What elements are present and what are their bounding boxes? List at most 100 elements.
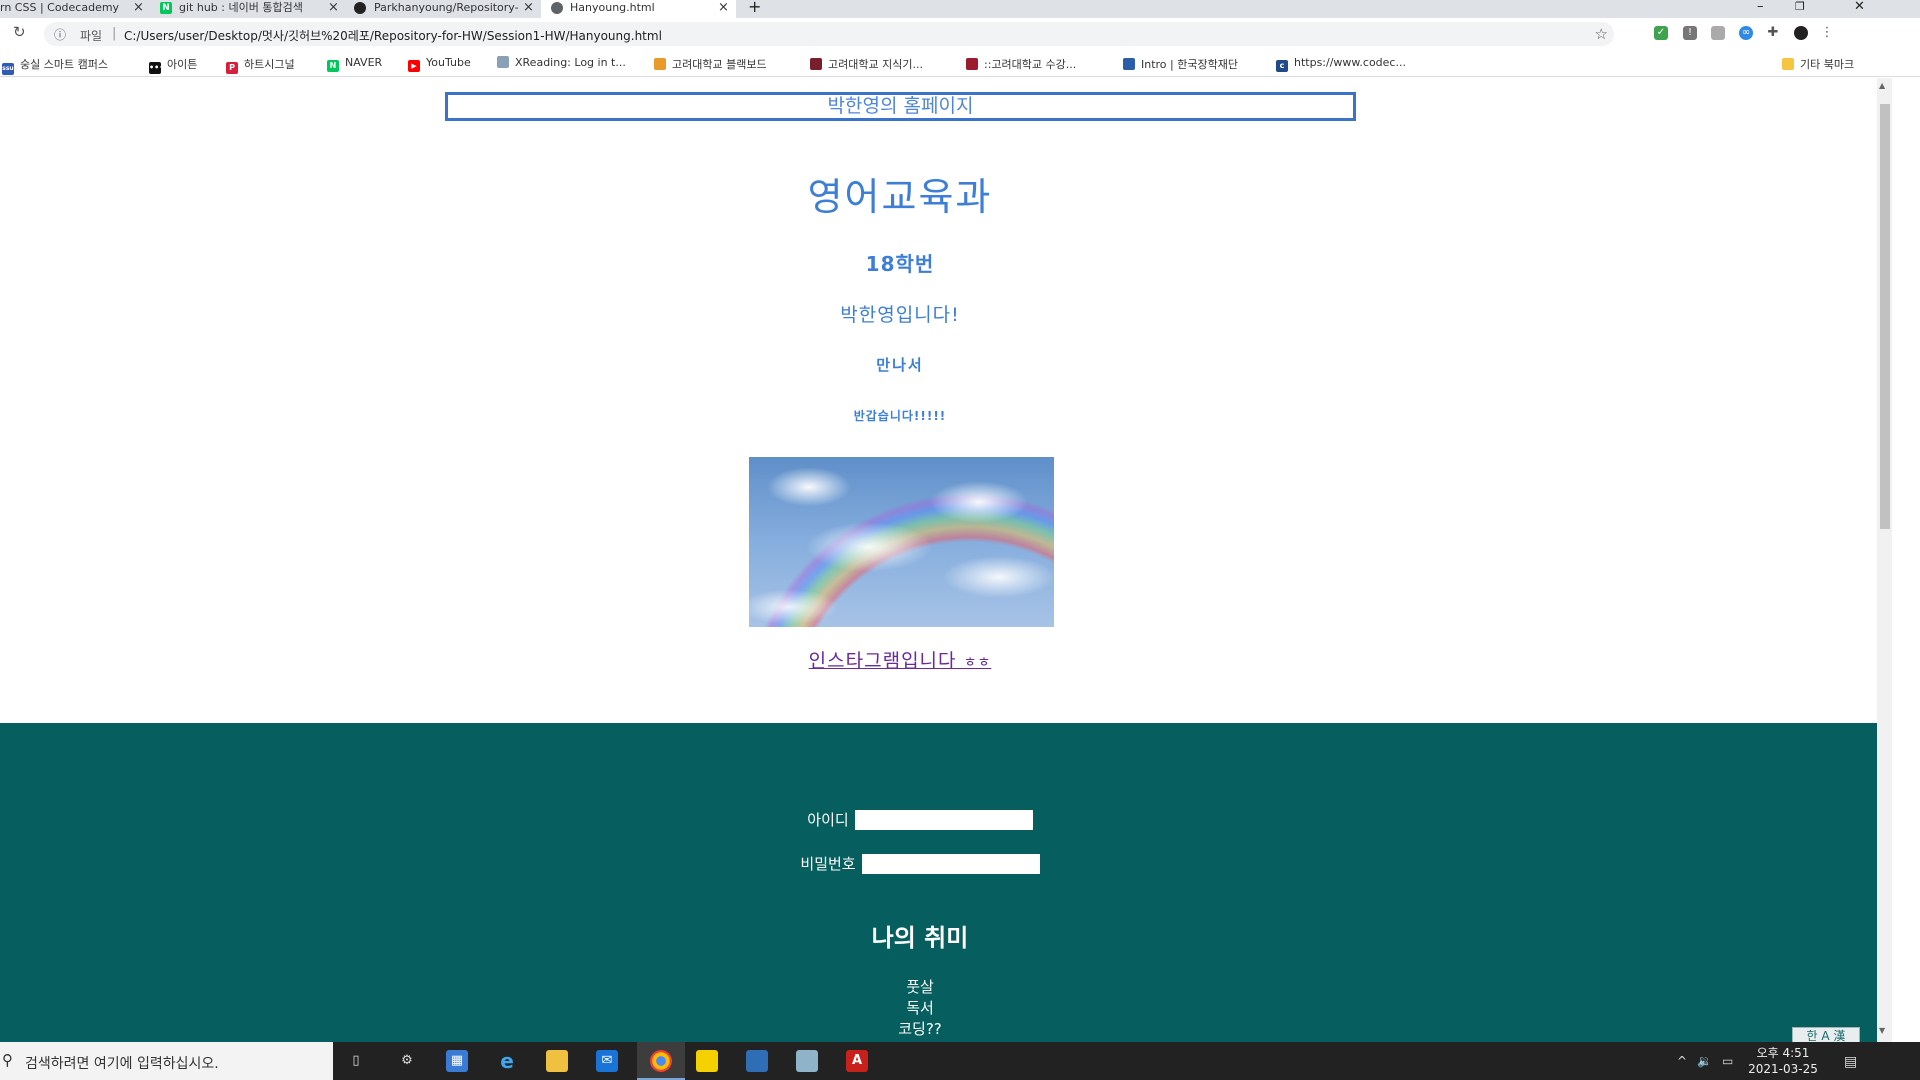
p-icon: P	[226, 62, 238, 74]
tab-codecademy[interactable]: rn CSS | Codecademy ×	[0, 0, 152, 18]
clock-time[interactable]: 오후 4:51	[1753, 1044, 1813, 1061]
id-label: 아이디	[807, 811, 849, 829]
dots-icon: •••	[149, 62, 165, 74]
greeting-heading: 박한영입니다!	[840, 304, 960, 326]
id-row: 아이디	[0, 809, 1840, 830]
student-id-heading: 18학번	[865, 252, 935, 276]
page-scrollbar[interactable]: ▲ ▼	[1877, 78, 1892, 1042]
bookmark-iton[interactable]: ••• 아이튼	[149, 56, 197, 74]
scheme-label: 파일	[80, 29, 103, 43]
blackboard-icon	[654, 58, 666, 70]
other-bookmarks[interactable]: 기타 북마크	[1782, 56, 1854, 72]
volume-icon[interactable]: 🔉	[1697, 1054, 1712, 1068]
xreading-icon	[497, 56, 509, 68]
bookmark-star-icon[interactable]: ☆	[1595, 25, 1608, 43]
tab-hanyoung[interactable]: Hanyoung.html ×	[541, 0, 736, 18]
hobby-item: 코딩??	[898, 1020, 942, 1038]
menu-dots-icon[interactable]: ⋮	[1820, 26, 1834, 40]
bookmark-naver[interactable]: N NAVER	[327, 56, 382, 72]
taskbar-search-box[interactable]: ⚲ 검색하려면 여기에 입력하십시오.	[0, 1042, 333, 1080]
naver-icon: N	[160, 2, 172, 14]
screen: rn CSS | Codecademy × N git hub : 네이버 통합…	[0, 0, 1920, 1080]
profile-avatar[interactable]	[1794, 26, 1808, 40]
bookmark-codecademy[interactable]: c https://www.codec...	[1276, 56, 1406, 72]
hobby-item: 풋살	[906, 978, 934, 996]
taskbar-search-placeholder: 검색하려면 여기에 입력하십시오.	[25, 1056, 219, 1072]
bookmark-label: ::고려대학교 수강...	[984, 58, 1077, 71]
address-bar[interactable]: ⓘ 파일 | C:/Users/user/Desktop/멋사/깃허브%20레포…	[44, 22, 1614, 46]
search-icon: ⚲	[2, 1051, 13, 1069]
tab-close-icon[interactable]: ×	[133, 0, 144, 16]
bookmark-label: 고려대학교 블랙보드	[672, 58, 767, 71]
restore-button[interactable]: ❐	[1795, 0, 1805, 14]
bookmark-kosaf[interactable]: Intro | 한국장학재단	[1123, 56, 1238, 72]
password-input[interactable]	[861, 853, 1040, 874]
address-url[interactable]: C:/Users/user/Desktop/멋사/깃허브%20레포/Reposi…	[124, 27, 662, 44]
bookmark-label: https://www.codec...	[1294, 56, 1406, 69]
extension-icon[interactable]: !	[1683, 26, 1697, 40]
bookmark-label: YouTube	[426, 56, 471, 69]
bookmark-heartsignal[interactable]: P 하트시그널	[226, 56, 295, 74]
bookmark-label: 아이튼	[167, 58, 198, 71]
bookmark-korea-blackboard[interactable]: 고려대학교 블랙보드	[654, 56, 767, 72]
tab-close-icon[interactable]: ×	[328, 0, 339, 16]
bookmark-xreading[interactable]: XReading: Log in t...	[497, 56, 626, 69]
tab-close-icon[interactable]: ×	[718, 0, 729, 16]
scroll-thumb[interactable]	[1880, 104, 1890, 529]
shield-extension-icon[interactable]: ✓	[1654, 26, 1668, 40]
sticky-notes-icon[interactable]	[696, 1050, 718, 1072]
bookmark-label: 하트시그널	[244, 58, 295, 71]
scroll-down-icon[interactable]: ▼	[1879, 1026, 1885, 1035]
instagram-link[interactable]: 인스타그램입니다 ㅎㅎ	[0, 646, 1800, 673]
info-icon[interactable]: ⓘ	[54, 26, 66, 43]
tab-strip: rn CSS | Codecademy × N git hub : 네이버 통합…	[0, 0, 1920, 18]
minimize-button[interactable]: –	[1757, 0, 1764, 14]
internet-explorer-icon[interactable]: e	[496, 1050, 518, 1072]
glad-heading: 반갑습니다!!!!!	[853, 409, 947, 423]
youtube-icon: ▶	[408, 60, 420, 72]
bookmarks-bar: ssu 숭실 스마트 캠퍼스 ••• 아이튼 P 하트시그널 N NAVER ▶ YouT…	[0, 49, 1920, 77]
github-icon	[354, 2, 366, 14]
tray-chevron-icon[interactable]: ^	[1677, 1054, 1687, 1068]
tab-title: Hanyoung.html	[570, 1, 655, 14]
app-icon[interactable]: ⚙	[396, 1050, 418, 1072]
tab-title: rn CSS | Codecademy	[0, 1, 120, 14]
extension-icon[interactable]	[1711, 26, 1725, 40]
ssu-icon: ssu	[2, 63, 14, 75]
app-icon[interactable]	[746, 1050, 768, 1072]
tab-github-repo[interactable]: Parkhanyoung/Repository-for-H ×	[348, 0, 540, 18]
tab-close-icon[interactable]: ×	[523, 0, 534, 16]
app-icon[interactable]	[796, 1050, 818, 1072]
bookmark-youtube[interactable]: ▶ YouTube	[408, 56, 471, 72]
tab-naver-search[interactable]: N git hub : 네이버 통합검색 ×	[154, 0, 346, 18]
codecademy-icon: c	[1276, 60, 1288, 72]
address-separator: |	[112, 26, 117, 41]
new-tab-button[interactable]: +	[748, 0, 761, 15]
scroll-up-icon[interactable]: ▲	[1879, 81, 1885, 90]
close-window-button[interactable]: ✕	[1854, 0, 1865, 14]
tab-title: git hub : 네이버 통합검색	[179, 1, 303, 14]
notification-icon[interactable]: ▤	[1844, 1054, 1857, 1070]
acrobat-icon[interactable]: A	[846, 1050, 868, 1072]
chrome-icon[interactable]	[650, 1050, 672, 1072]
file-explorer-icon[interactable]	[546, 1050, 568, 1072]
hobby-title: 나의 취미	[871, 924, 969, 952]
bookmark-korea-knowledge[interactable]: 고려대학교 지식기...	[810, 56, 923, 72]
bookmark-ssu[interactable]: ssu 숭실 스마트 캠퍼스	[2, 56, 108, 75]
id-input[interactable]	[854, 809, 1033, 830]
globe-icon	[551, 2, 563, 14]
clock-date[interactable]: 2021-03-25	[1745, 1062, 1821, 1076]
windows-taskbar: ⚲ 검색하려면 여기에 입력하십시오. ▯ ⚙ ▦ e ✉ A ^ 🔉 ▭ 오후…	[0, 1042, 1920, 1080]
store-icon[interactable]: ▦	[446, 1050, 468, 1072]
password-label: 비밀번호	[800, 855, 856, 873]
mail-icon[interactable]: ✉	[596, 1050, 618, 1072]
reload-icon[interactable]: ↻	[13, 23, 26, 41]
browser-toolbar: ↻ ⓘ 파일 | C:/Users/user/Desktop/멋사/깃허브%20…	[0, 18, 1920, 49]
puzzle-extensions-icon[interactable]: ✚	[1766, 26, 1780, 40]
task-view-icon[interactable]: ▯	[345, 1050, 367, 1072]
extension-icon[interactable]: ∞	[1739, 26, 1753, 40]
bookmark-label: 숭실 스마트 캠퍼스	[20, 58, 108, 71]
nice-to-meet-heading: 만나서	[876, 356, 924, 374]
bookmark-korea-course[interactable]: ::고려대학교 수강...	[966, 56, 1076, 72]
network-icon[interactable]: ▭	[1722, 1054, 1733, 1068]
